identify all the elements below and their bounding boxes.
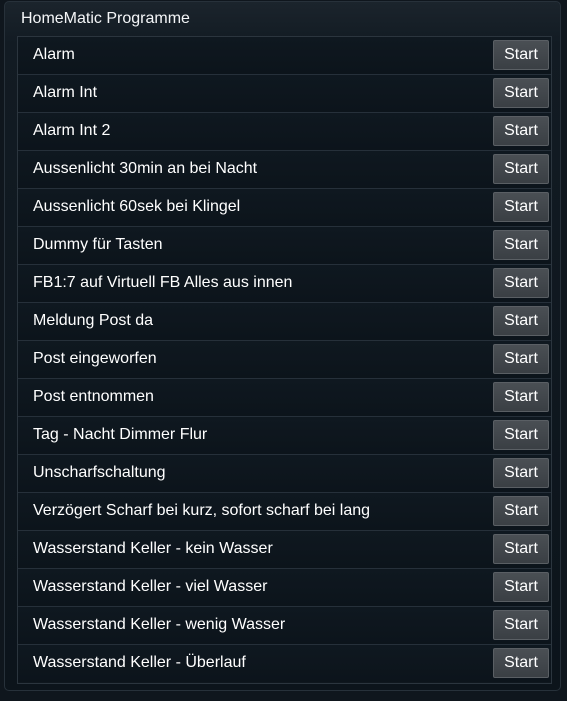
program-name: Wasserstand Keller - wenig Wasser <box>33 616 286 633</box>
start-button[interactable]: Start <box>493 534 549 564</box>
program-row: Post entnommen Start <box>18 379 551 417</box>
program-row: FB1:7 auf Virtuell FB Alles aus innen St… <box>18 265 551 303</box>
program-name: Post entnommen <box>33 388 154 405</box>
program-name: Post eingeworfen <box>33 350 157 367</box>
start-button[interactable]: Start <box>493 458 549 488</box>
program-row: Tag - Nacht Dimmer Flur Start <box>18 417 551 455</box>
program-row: Meldung Post da Start <box>18 303 551 341</box>
start-button[interactable]: Start <box>493 648 549 678</box>
start-button[interactable]: Start <box>493 78 549 108</box>
program-name: Wasserstand Keller - viel Wasser <box>33 578 268 595</box>
program-name: Alarm Int <box>33 84 98 101</box>
start-button[interactable]: Start <box>493 496 549 526</box>
program-row: Dummy für Tasten Start <box>18 227 551 265</box>
start-button[interactable]: Start <box>493 230 549 260</box>
program-row: Wasserstand Keller - wenig Wasser Start <box>18 607 551 645</box>
program-row: Wasserstand Keller - Überlauf Start <box>18 645 551 682</box>
start-button[interactable]: Start <box>493 268 549 298</box>
start-button[interactable]: Start <box>493 572 549 602</box>
program-row: Aussenlicht 30min an bei Nacht Start <box>18 151 551 189</box>
program-name: FB1:7 auf Virtuell FB Alles aus innen <box>33 274 293 291</box>
program-name: Alarm <box>33 46 75 63</box>
panel-title: HomeMatic Programme <box>21 10 190 27</box>
program-row: Post eingeworfen Start <box>18 341 551 379</box>
start-button[interactable]: Start <box>493 382 549 412</box>
start-button[interactable]: Start <box>493 420 549 450</box>
program-row: Unscharfschaltung Start <box>18 455 551 493</box>
program-name: Unscharfschaltung <box>33 464 166 481</box>
program-row: Aussenlicht 60sek bei Klingel Start <box>18 189 551 227</box>
program-row: Alarm Start <box>18 37 551 75</box>
program-row: Verzögert Scharf bei kurz, sofort scharf… <box>18 493 551 531</box>
program-name: Tag - Nacht Dimmer Flur <box>33 426 208 443</box>
program-name: Alarm Int 2 <box>33 122 111 139</box>
start-button[interactable]: Start <box>493 154 549 184</box>
start-button[interactable]: Start <box>493 306 549 336</box>
program-name: Wasserstand Keller - Überlauf <box>33 654 246 671</box>
program-name: Aussenlicht 30min an bei Nacht <box>33 160 258 177</box>
program-name: Aussenlicht 60sek bei Klingel <box>33 198 241 215</box>
program-row: Alarm Int Start <box>18 75 551 113</box>
start-button[interactable]: Start <box>493 40 549 70</box>
program-row: Alarm Int 2 Start <box>18 113 551 151</box>
homematic-programs-panel: HomeMatic Programme Alarm Start Alarm In… <box>4 1 561 691</box>
start-button[interactable]: Start <box>493 344 549 374</box>
program-list: Alarm Start Alarm Int Start Alarm Int 2 … <box>17 36 552 684</box>
start-button[interactable]: Start <box>493 116 549 146</box>
program-name: Wasserstand Keller - kein Wasser <box>33 540 273 557</box>
program-name: Verzögert Scharf bei kurz, sofort scharf… <box>33 502 371 519</box>
program-row: Wasserstand Keller - kein Wasser Start <box>18 531 551 569</box>
start-button[interactable]: Start <box>493 192 549 222</box>
program-name: Dummy für Tasten <box>33 236 163 253</box>
start-button[interactable]: Start <box>493 610 549 640</box>
program-row: Wasserstand Keller - viel Wasser Start <box>18 569 551 607</box>
program-name: Meldung Post da <box>33 312 154 329</box>
